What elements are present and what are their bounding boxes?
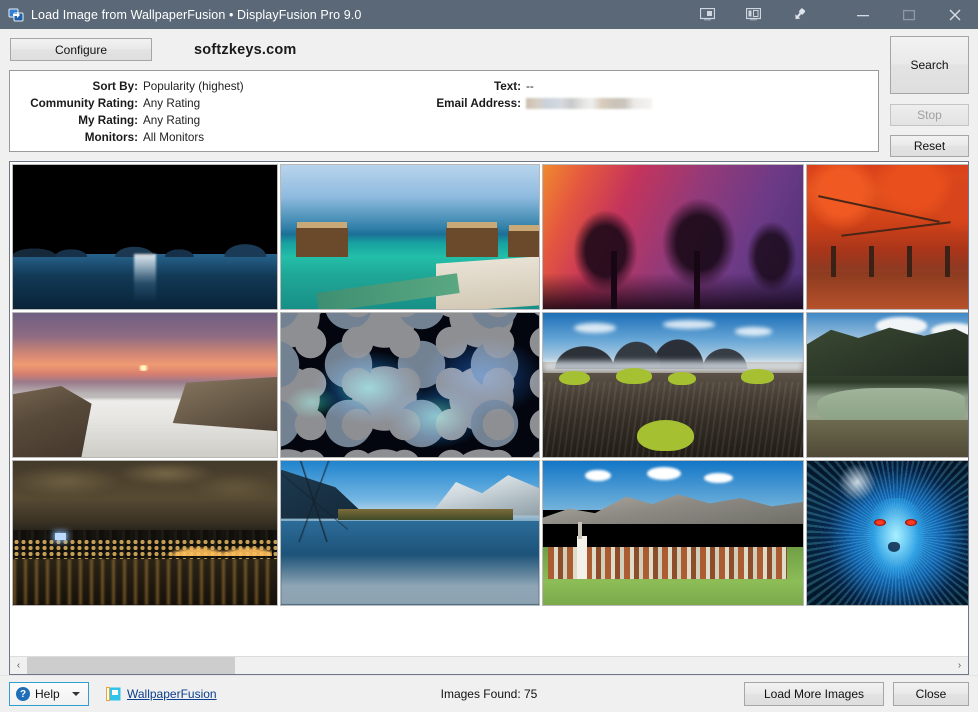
- help-button[interactable]: ? Help: [9, 682, 89, 706]
- scrollbar-thumb[interactable]: [27, 657, 235, 674]
- close-button[interactable]: Close: [893, 682, 969, 706]
- minimize-icon[interactable]: [840, 0, 886, 29]
- search-button[interactable]: Search: [890, 36, 969, 94]
- image-thumbnail-blue-neon-lion[interactable]: [806, 460, 968, 606]
- image-thumbnail-black-sand-dunes-moss[interactable]: [542, 312, 804, 458]
- image-grid-row: [12, 460, 968, 608]
- search-criteria-panel: Sort By: Popularity (highest) Community …: [9, 70, 879, 152]
- criteria-value: --: [526, 80, 534, 93]
- search-button-group: Search Stop Reset: [890, 36, 969, 157]
- image-results-panel: ‹ ›: [9, 161, 969, 675]
- image-thumbnail-moonlit-arctic-lake[interactable]: [12, 164, 278, 310]
- move-to-monitor-icon[interactable]: [684, 0, 730, 29]
- pin-icon[interactable]: [776, 0, 822, 29]
- image-thumbnail-alpine-village-meadow[interactable]: [542, 460, 804, 606]
- image-thumbnail-city-skyline-night-bridge[interactable]: [12, 460, 278, 606]
- criteria-label: My Rating:: [10, 114, 143, 127]
- chevron-down-icon[interactable]: [72, 692, 80, 696]
- wallpaperfusion-link[interactable]: WallpaperFusion: [106, 687, 217, 701]
- criteria-right-column: Text: -- Email Address:: [415, 78, 652, 146]
- help-button-label: Help: [35, 687, 60, 701]
- scroll-right-icon[interactable]: ›: [951, 657, 968, 674]
- criteria-left-column: Sort By: Popularity (highest) Community …: [10, 78, 415, 146]
- criteria-row-email-address: Email Address:: [415, 95, 652, 112]
- criteria-label: Email Address:: [415, 97, 526, 110]
- wallpaperfusion-link-label[interactable]: WallpaperFusion: [127, 687, 217, 701]
- application-window: Load Image from WallpaperFusion • Displa…: [0, 0, 978, 712]
- reset-button[interactable]: Reset: [890, 135, 969, 157]
- image-thumbnail-tropical-overwater-bungalows[interactable]: [280, 164, 540, 310]
- move-to-split-icon[interactable]: [730, 0, 776, 29]
- wallpaperfusion-icon: [106, 687, 121, 701]
- window-title: Load Image from WallpaperFusion • Displa…: [31, 8, 361, 22]
- image-grid: [10, 162, 968, 656]
- image-grid-row: [12, 164, 968, 312]
- configure-button[interactable]: Configure: [10, 38, 152, 61]
- criteria-value: Popularity (highest): [143, 80, 244, 93]
- image-grid-row: [12, 312, 968, 460]
- maximize-icon[interactable]: [886, 0, 932, 29]
- criteria-value: Any Rating: [143, 114, 200, 127]
- image-thumbnail-alpine-green-lake[interactable]: [806, 312, 968, 458]
- scroll-left-icon[interactable]: ‹: [10, 657, 27, 674]
- criteria-row-community-rating: Community Rating: Any Rating: [10, 95, 415, 112]
- horizontal-scrollbar[interactable]: ‹ ›: [10, 656, 968, 674]
- image-thumbnail-mountain-lake-mirror-reflection[interactable]: [280, 460, 540, 606]
- title-bar: Load Image from WallpaperFusion • Displa…: [0, 0, 978, 29]
- criteria-label: Community Rating:: [10, 97, 143, 110]
- status-action-buttons: Load More Images Close: [744, 682, 969, 706]
- close-icon[interactable]: [932, 0, 978, 29]
- criteria-row-my-rating: My Rating: Any Rating: [10, 112, 415, 129]
- stop-button: Stop: [890, 104, 969, 126]
- email-address-redacted: [526, 98, 652, 109]
- image-thumbnail-autumn-red-maple-forest[interactable]: [806, 164, 968, 310]
- question-mark-icon: ?: [16, 687, 30, 701]
- criteria-row-text: Text: --: [415, 78, 652, 95]
- titlebar-gap: [822, 0, 840, 29]
- criteria-label: Monitors:: [10, 131, 143, 144]
- criteria-value: Any Rating: [143, 97, 200, 110]
- criteria-row-sort-by: Sort By: Popularity (highest): [10, 78, 415, 95]
- load-more-images-button[interactable]: Load More Images: [744, 682, 884, 706]
- image-thumbnail-bare-trees-purple-sunset[interactable]: [542, 164, 804, 310]
- status-bar: ? Help WallpaperFusion Images Found: 75 …: [0, 675, 978, 712]
- scrollbar-track[interactable]: [27, 657, 951, 674]
- criteria-label: Sort By:: [10, 80, 143, 93]
- criteria-row-monitors: Monitors: All Monitors: [10, 129, 415, 146]
- criteria-value: All Monitors: [143, 131, 204, 144]
- displayfusion-icon: [8, 7, 24, 23]
- brand-watermark: softzkeys.com: [194, 42, 297, 58]
- image-thumbnail-rocky-coast-sunset[interactable]: [12, 312, 278, 458]
- toolbar: Configure softzkeys.com: [0, 29, 978, 70]
- image-thumbnail-blue-nebula-space[interactable]: [280, 312, 540, 458]
- criteria-label: Text:: [415, 80, 526, 93]
